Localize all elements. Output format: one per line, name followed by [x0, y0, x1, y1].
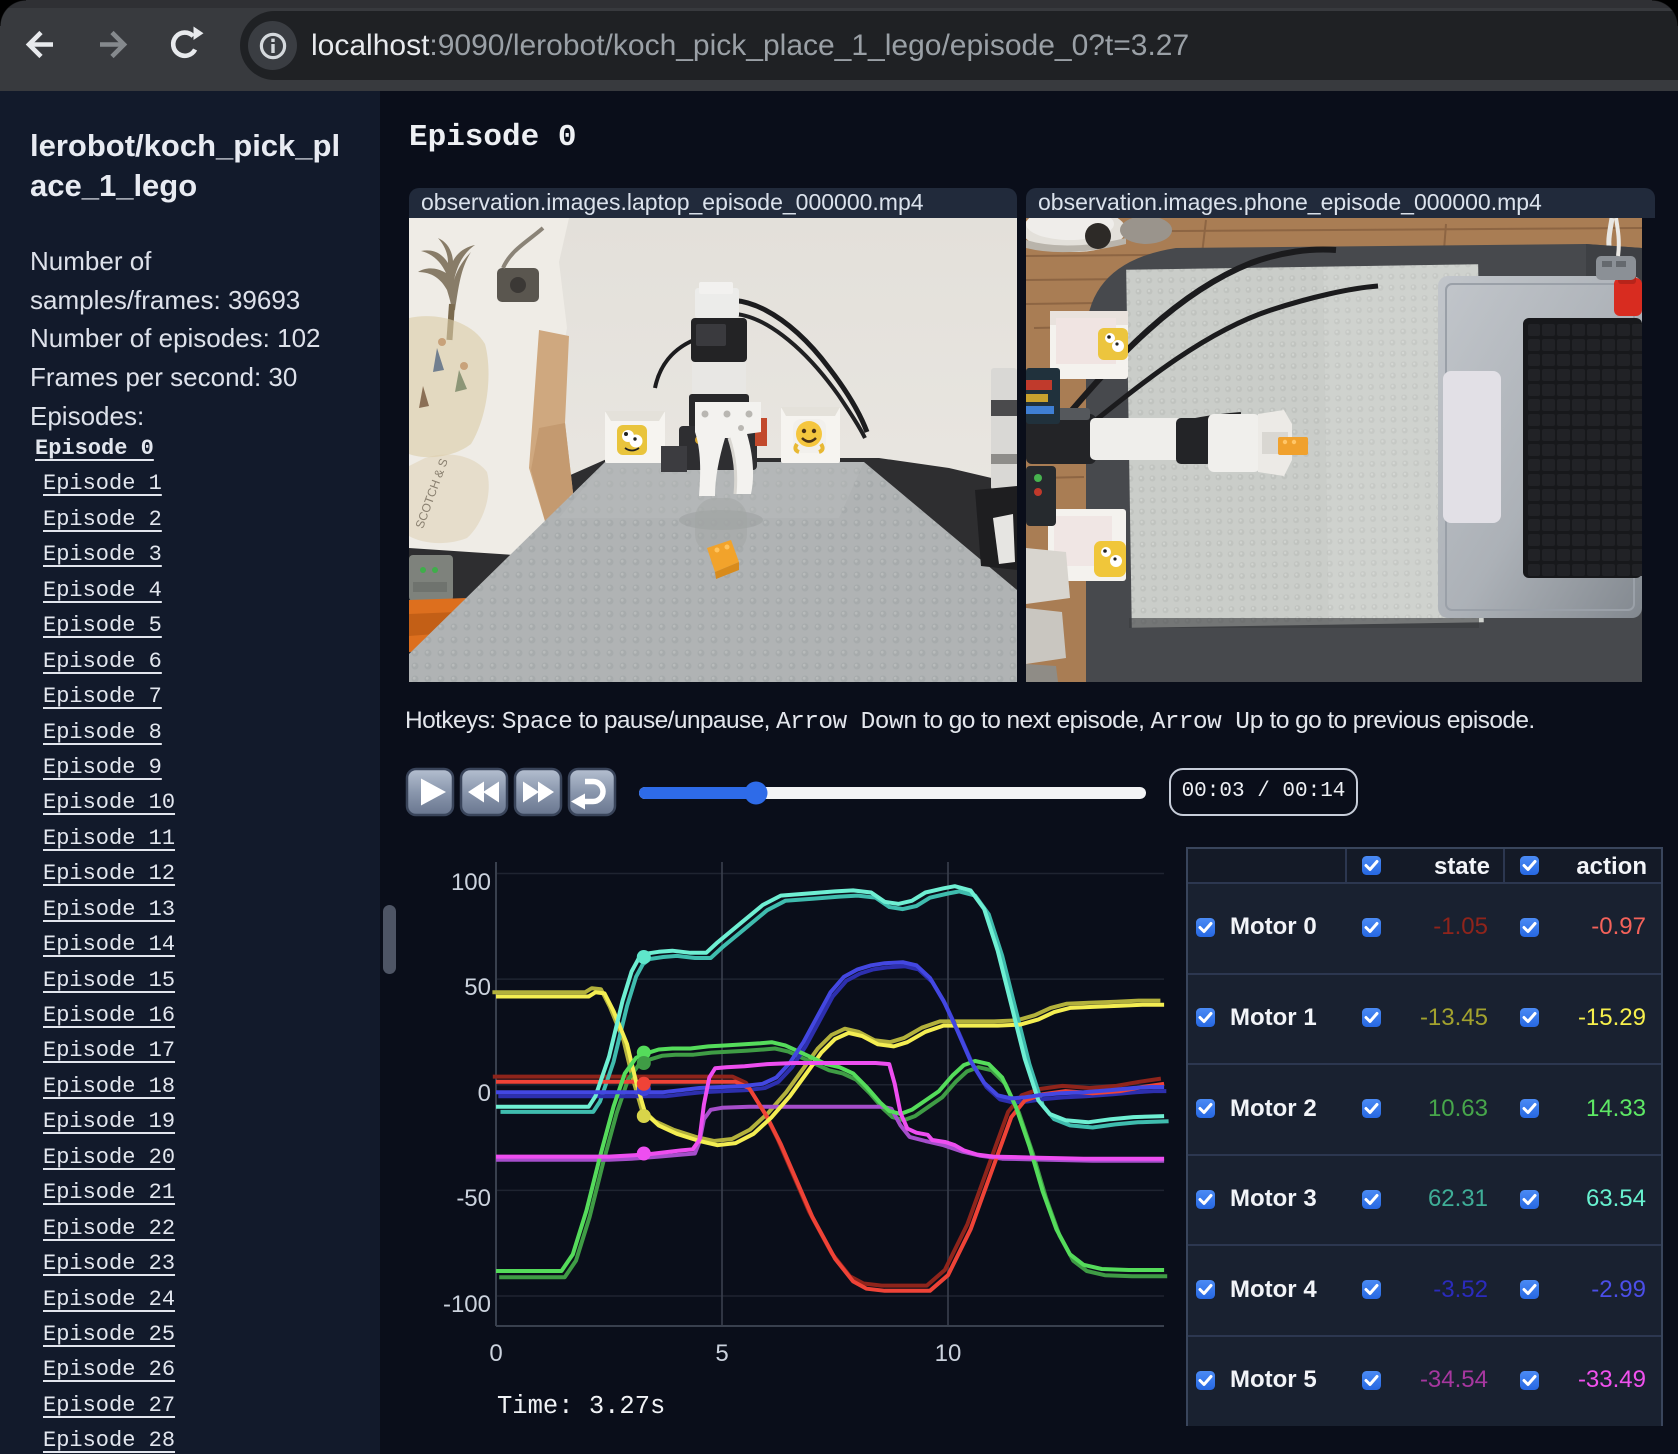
svg-text:-100: -100 [443, 1291, 491, 1318]
svg-text:50: 50 [464, 974, 491, 1001]
svg-text:-50: -50 [456, 1185, 491, 1212]
svg-text:0: 0 [489, 1340, 502, 1367]
svg-text:10: 10 [935, 1340, 962, 1367]
svg-text:100: 100 [451, 869, 491, 896]
svg-text:5: 5 [715, 1340, 728, 1367]
svg-text:0: 0 [478, 1080, 491, 1107]
